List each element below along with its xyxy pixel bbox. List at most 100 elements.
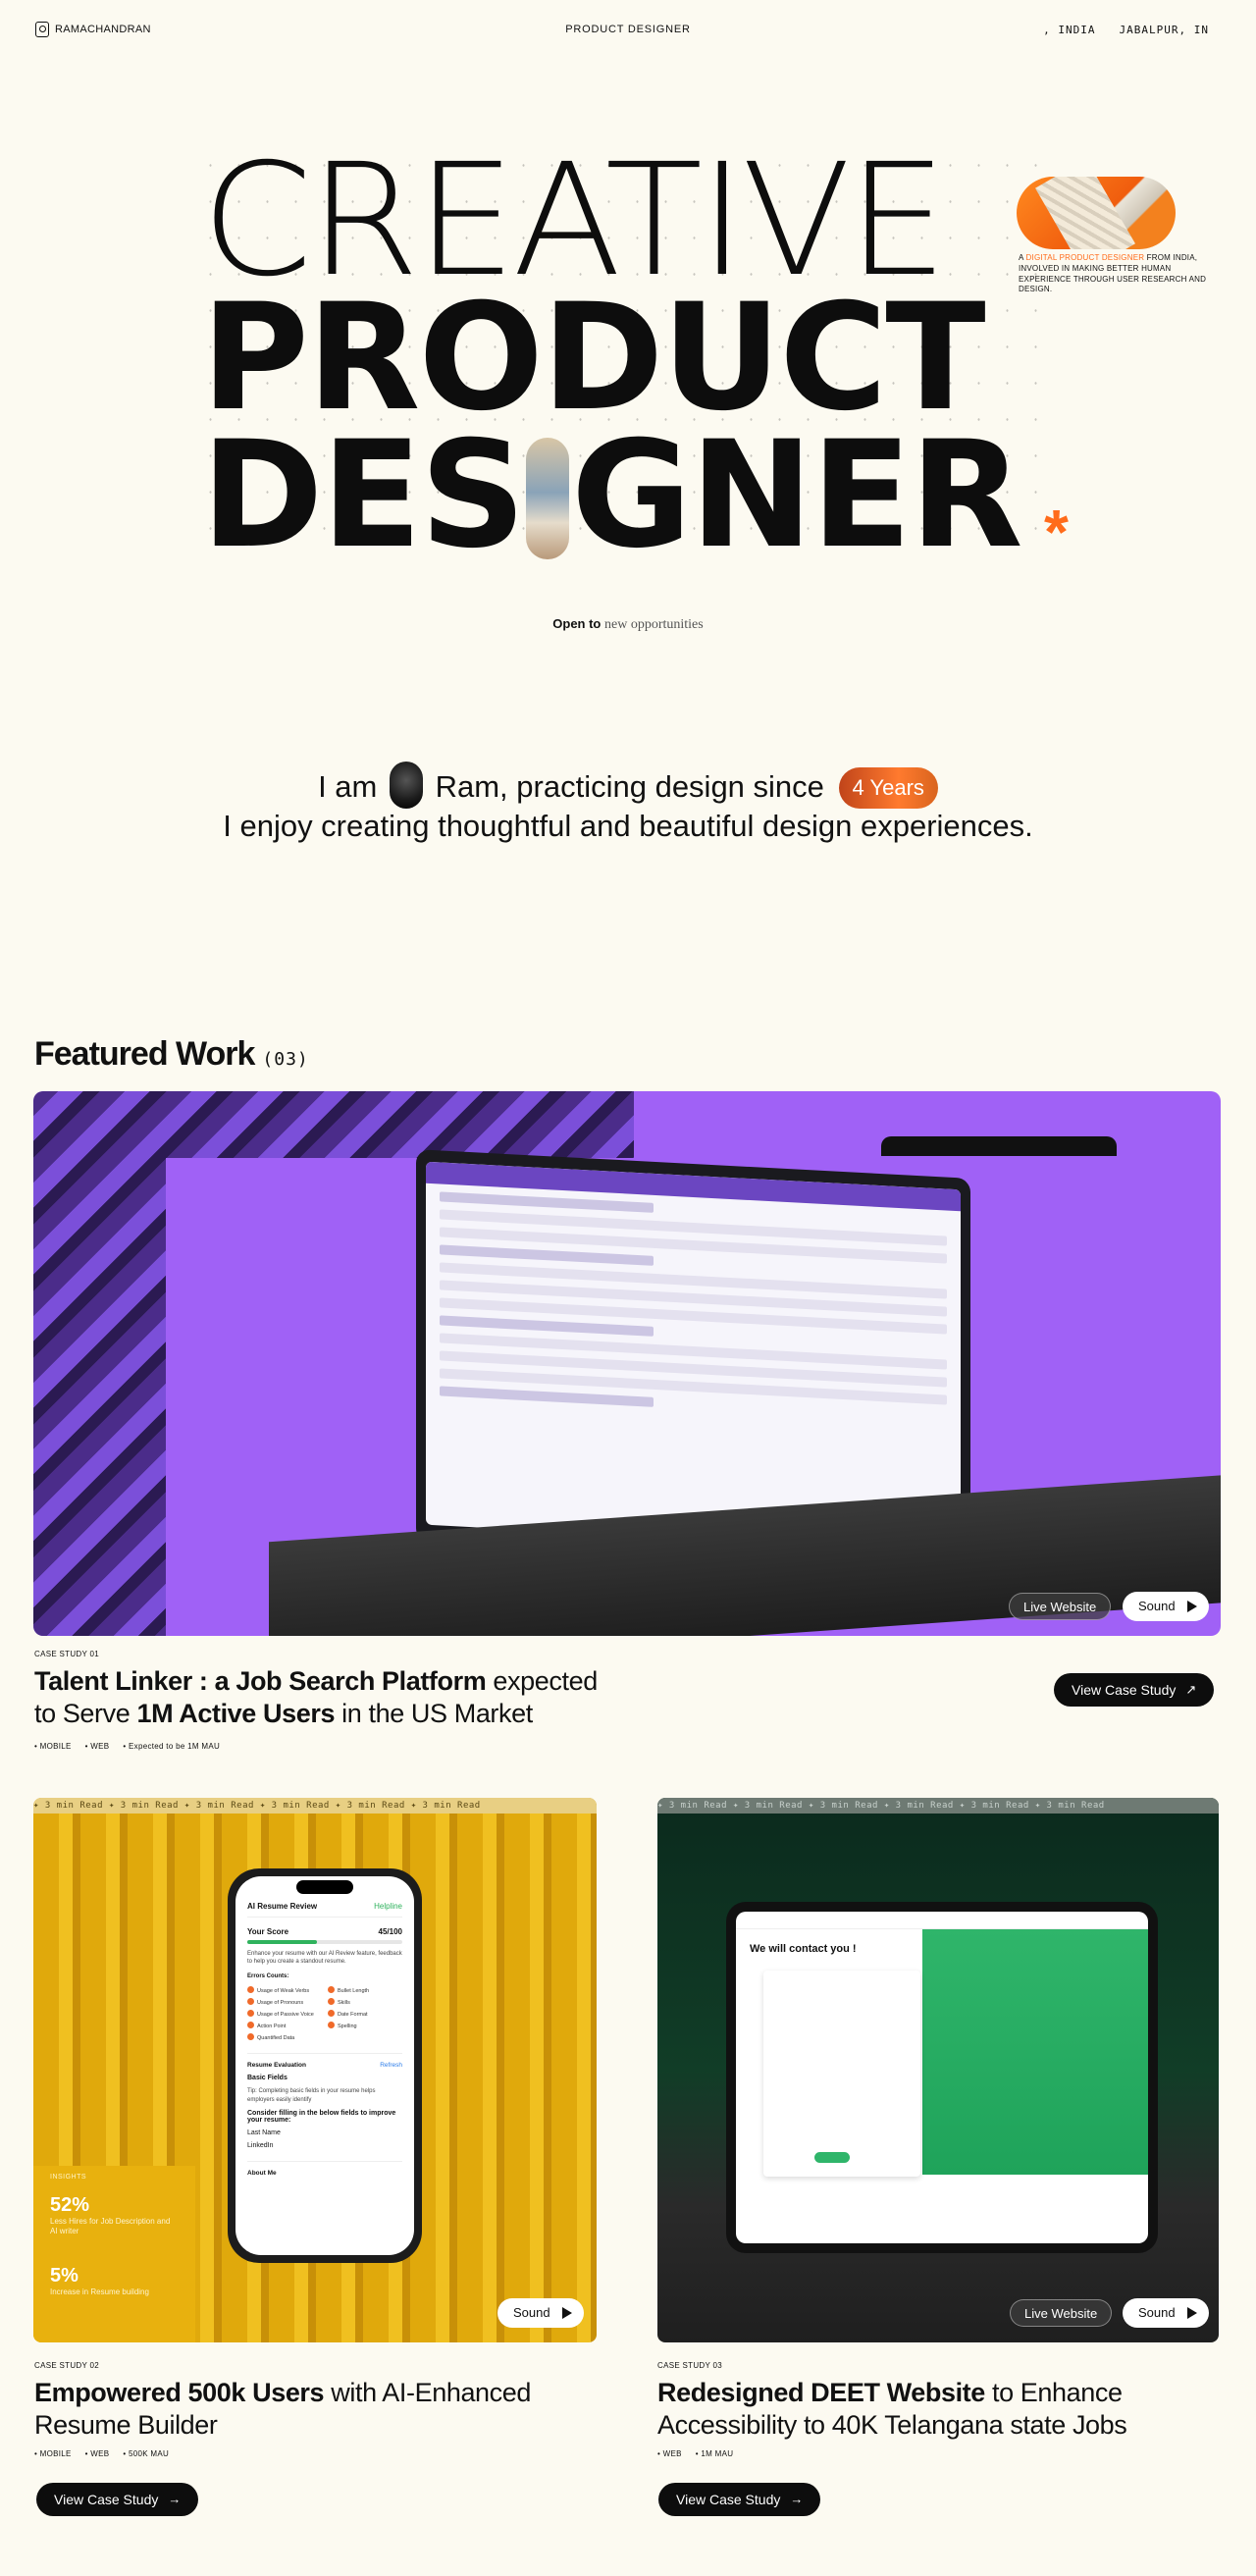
case-study-3-media[interactable]: ✦ 3 min Read ✦ 3 min Read ✦ 3 min Read ✦…	[657, 1798, 1219, 2342]
deet-website-screenshot: We will contact you !	[736, 1912, 1148, 2243]
insights-heading: INSIGHTS	[50, 2174, 87, 2181]
tag: • WEB	[657, 2449, 682, 2458]
case-study-2-label: CASE STUDY 02	[34, 2361, 99, 2370]
case-study-2-media[interactable]: ✦ 3 min Read ✦ 3 min Read ✦ 3 min Read ✦…	[33, 1798, 597, 2342]
score-progress-bar	[247, 1940, 402, 1944]
play-icon	[561, 2307, 572, 2319]
error-list: Usage of Weak Verbs Bullet Length Usage …	[247, 1986, 402, 2041]
score-label: Your Score	[247, 1927, 289, 1936]
tablet-heading: We will contact you !	[750, 1943, 857, 1955]
tip-text: Tip: Completing basic fields in your res…	[247, 2088, 376, 2103]
cta-label: View Case Study	[54, 2492, 159, 2507]
form-submit-image	[814, 2152, 850, 2163]
case-study-3-title[interactable]: Redesigned DEET Website to Enhance Acces…	[657, 2377, 1227, 2442]
tag: • Expected to be 1M MAU	[123, 1742, 221, 1751]
stripe-backdrop-left	[33, 1158, 166, 1636]
app-title: AI Resume Review	[247, 1902, 318, 1911]
insight-1-value: 52%	[50, 2194, 90, 2216]
arrow-up-right-icon: ↗	[1185, 1682, 1197, 1697]
cta-label: View Case Study	[1072, 1682, 1177, 1698]
error-item: Skills	[328, 1998, 402, 2006]
tag: • MOBILE	[34, 2449, 72, 2458]
open-to-bold: Open to	[552, 616, 602, 631]
sound-button[interactable]: Sound	[1123, 1592, 1209, 1621]
asterisk-icon: *	[1044, 497, 1069, 567]
open-to-opportunities: Open to new opportunities	[0, 616, 1256, 633]
intro-part1: I am	[318, 769, 378, 804]
stripe-backdrop-top	[33, 1091, 634, 1158]
dashboard-screenshot	[426, 1161, 961, 1553]
location-country: , INDIA	[1043, 24, 1096, 36]
insight-1-desc: Less Hires for Job Description and AI wr…	[50, 2217, 171, 2236]
view-case-study-1-button[interactable]: View Case Study ↗	[1054, 1673, 1215, 1707]
sound-label: Sound	[513, 2305, 550, 2320]
case-study-1-media[interactable]: Live Website Sound	[33, 1091, 1221, 1636]
insight-2-value: 5%	[50, 2264, 78, 2287]
view-case-study-3-button[interactable]: View Case Study →	[658, 2483, 821, 2516]
insights-panel: INSIGHTS 52% Less Hires for Job Descript…	[33, 2166, 195, 2342]
read-time-ticker: ✦ 3 min Read ✦ 3 min Read ✦ 3 min Read ✦…	[657, 1798, 1219, 1814]
field-item: LinkedIn	[247, 2141, 274, 2149]
hero-line-designer: DES GNER	[201, 422, 1023, 569]
avatar	[389, 762, 423, 809]
error-item: Quantified Data	[247, 2033, 322, 2041]
hero-thumbnail-image	[1017, 177, 1176, 249]
years-badge: 4 Years	[838, 767, 938, 809]
field-item: Last Name	[247, 2129, 281, 2136]
case-study-2-title[interactable]: Empowered 500k Users with AI-Enhanced Re…	[34, 2377, 545, 2442]
tag: • 500K MAU	[123, 2449, 170, 2458]
sound-button[interactable]: Sound	[497, 2298, 584, 2328]
error-item: Action Point	[247, 2022, 322, 2029]
phone-mockup: AI Resume Review Helpline Your Score 45/10…	[228, 1868, 422, 2263]
hero-description: A DIGITAL PRODUCT DESIGNER FROM INDIA, I…	[1019, 253, 1215, 295]
phone-edge-image	[881, 1136, 1117, 1156]
featured-title: Featured Work	[34, 1035, 255, 1073]
location-city: JABALPUR, IN	[1119, 24, 1209, 36]
error-item: Usage of Passive Voice	[247, 2010, 322, 2018]
play-icon	[1186, 1601, 1197, 1612]
cs1-title-bold1: Talent Linker : a Job Search Platform	[34, 1666, 487, 1696]
header-location: , INDIA JABALPUR, IN	[1043, 24, 1209, 36]
consider-text: Consider filling in the below fields to …	[247, 2109, 396, 2124]
tag: • WEB	[84, 1742, 110, 1751]
hero-pill-image	[526, 438, 570, 559]
errors-label: Errors Counts:	[247, 1972, 289, 1979]
cs1-title-normal1: expected	[486, 1666, 598, 1696]
arrow-right-icon: →	[790, 2492, 804, 2506]
hero-line3-part-a: DES	[201, 410, 526, 581]
cs1-title-bold2: 1M Active Users	[136, 1699, 336, 1728]
cs1-title-normal3: in the US Market	[335, 1699, 533, 1728]
sound-button[interactable]: Sound	[1123, 2298, 1209, 2328]
tag: • 1M MAU	[695, 2449, 734, 2458]
case-study-1-title[interactable]: Talent Linker : a Job Search Platform ex…	[34, 1665, 721, 1730]
case-study-1-label: CASE STUDY 01	[34, 1650, 99, 1658]
intro-part2: Ram, practicing design since	[435, 769, 824, 804]
arrow-right-icon: →	[168, 2492, 182, 2506]
live-website-button[interactable]: Live Website	[1010, 2299, 1113, 2327]
case-study-2-tags: • MOBILE • WEB • 500K MAU	[34, 2449, 169, 2458]
error-item: Spelling	[328, 2022, 402, 2029]
sound-label: Sound	[1138, 2305, 1176, 2320]
tablet-mockup: We will contact you !	[726, 1902, 1158, 2253]
hero-desc-accent: DIGITAL PRODUCT DESIGNER	[1025, 253, 1145, 262]
cta-label: View Case Study	[676, 2492, 781, 2507]
hero-line3-part-b: GNER	[571, 410, 1023, 581]
sound-label: Sound	[1138, 1599, 1176, 1613]
phone-notch	[296, 1880, 353, 1894]
open-to-rest: new opportunities	[604, 617, 704, 632]
error-item: Usage of Pronouns	[247, 1998, 322, 2006]
live-website-button[interactable]: Live Website	[1009, 1593, 1112, 1620]
cs1-title-normal2: to Serve	[34, 1699, 137, 1728]
featured-count: (03)	[262, 1049, 309, 1070]
insight-2-desc: Increase in Resume building	[50, 2287, 149, 2296]
case-study-3-label: CASE STUDY 03	[657, 2361, 722, 2370]
score-value: 45/100	[378, 1927, 402, 1936]
about-label: About Me	[247, 2169, 277, 2177]
eval-label: Resume Evaluation	[247, 2062, 306, 2070]
view-case-study-2-button[interactable]: View Case Study →	[36, 2483, 199, 2516]
eval-action: Refresh	[380, 2062, 402, 2070]
play-icon	[1186, 2307, 1197, 2319]
resume-review-screen: AI Resume Review Helpline Your Score 45/10…	[236, 1876, 414, 2255]
contact-form-image	[763, 1971, 920, 2177]
error-item: Bullet Length	[328, 1986, 402, 1994]
